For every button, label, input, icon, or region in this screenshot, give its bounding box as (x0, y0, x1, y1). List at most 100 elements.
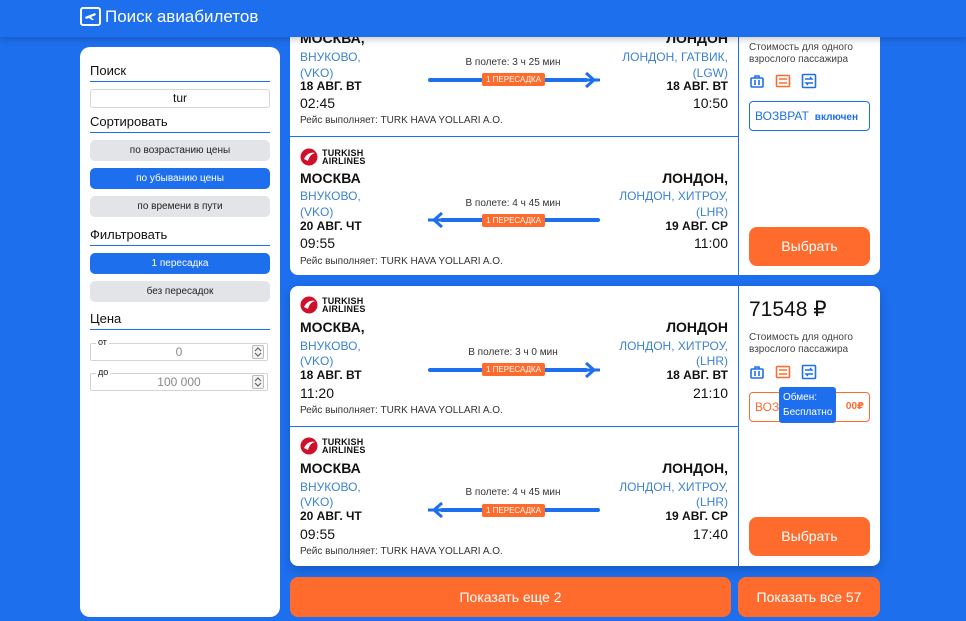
filter-one-stop-button[interactable]: 1 пересадка (90, 253, 270, 274)
to-airport-code[interactable]: (LHR) (696, 353, 728, 369)
to-time: 17:40 (692, 526, 728, 542)
card-divider (738, 10, 739, 275)
flight-duration: В полете: 3 ч 0 мин (468, 347, 558, 358)
refund-label: ВОЗВРАТ (755, 109, 809, 123)
price-heading: Цена (90, 311, 270, 330)
sort-heading: Сортировать (90, 114, 270, 133)
from-time: 11:20 (300, 385, 334, 401)
to-city: ЛОНДОН, (662, 460, 728, 476)
to-date: 18 АВГ. ВТ (666, 79, 728, 93)
exchange-icon[interactable] (801, 73, 817, 89)
show-more-button[interactable]: Показать еще 2 (290, 577, 731, 617)
from-date: 18 АВГ. ВТ (300, 368, 362, 382)
offer-card: МОСКВА, ВНУКОВО, (VKO) 18 АВГ. ВТ 02:45 … (290, 10, 880, 275)
to-city: ЛОНДОН (666, 319, 728, 335)
refund-status: ВОЗВРАТ включен (749, 101, 870, 131)
from-airport-code[interactable]: (VKO) (300, 494, 333, 510)
plane-left-icon (428, 501, 448, 519)
ticket-icon (80, 7, 101, 26)
from-time: 09:55 (300, 526, 336, 542)
stops-badge: 1 ПЕРЕСАДКА (482, 504, 546, 517)
app-title: Поиск авиабилетов (105, 7, 259, 26)
turkish-airlines-icon (300, 296, 318, 314)
show-all-button[interactable]: Показать все 57 (738, 577, 880, 617)
to-airport-code[interactable]: (LHR) (696, 494, 728, 510)
sort-price-asc-button[interactable]: по возрастанию цены (90, 140, 270, 161)
ticket-price: 71548 ₽ (749, 298, 827, 321)
from-time: 02:45 (300, 95, 336, 111)
from-city: МОСКВА (300, 460, 361, 476)
baggage-icon (750, 75, 764, 88)
price-from-stepper[interactable] (252, 345, 264, 359)
airline-name: TURKISH AIRLINES (322, 296, 366, 314)
to-airport[interactable]: ЛОНДОН, ХИТРОУ, (619, 479, 728, 495)
segment-divider (290, 136, 738, 137)
offer-card: TURKISH AIRLINES МОСКВА, ВНУКОВО, (VKO) … (290, 286, 880, 566)
to-airport[interactable]: ЛОНДОН, ХИТРОУ, (619, 338, 728, 354)
filter-sidebar: Поиск tur Сортировать по возрастанию цен… (80, 47, 280, 617)
to-time: 21:10 (692, 385, 728, 401)
exchange-tooltip: Обмен: Бесплатно (779, 387, 837, 423)
airline-logo: TURKISH AIRLINES (300, 148, 366, 166)
price-description: Стоимость для одного взрослого пассажира (749, 42, 853, 65)
from-date: 20 АВГ. ЧТ (300, 509, 362, 523)
from-airport-code[interactable]: (VKO) (300, 353, 333, 369)
select-button[interactable]: Выбрать (749, 227, 870, 266)
stops-badge: 1 ПЕРЕСАДКА (482, 214, 546, 227)
search-input[interactable]: tur (90, 89, 270, 108)
from-date: 18 АВГ. ВТ (300, 79, 362, 93)
from-date: 20 АВГ. ЧТ (300, 219, 362, 233)
sort-duration-button[interactable]: по времени в пути (90, 196, 270, 217)
operator-text: Рейс выполняет: TURK HAVA YOLLARI A.O. (300, 405, 503, 416)
sort-price-desc-button[interactable]: по убыванию цены (90, 168, 270, 189)
exchange-icon[interactable] (801, 364, 817, 380)
price-description: Стоимость для одного взрослого пассажира (749, 332, 853, 355)
price-to-input[interactable]: до 100 000 (90, 364, 268, 391)
airline-name: TURKISH AIRLINES (322, 437, 366, 455)
segment-divider (290, 426, 738, 427)
operator-text: Рейс выполняет: TURK HAVA YOLLARI A.O. (300, 115, 503, 126)
from-airport[interactable]: ВНУКОВО, (300, 338, 361, 354)
from-airport[interactable]: ВНУКОВО, (300, 49, 361, 65)
from-airport-code[interactable]: (VKO) (300, 204, 333, 220)
operator-text: Рейс выполняет: TURK HAVA YOLLARI A.O. (300, 256, 503, 267)
from-airport[interactable]: ВНУКОВО, (300, 188, 361, 204)
filter-nonstop-button[interactable]: без пересадок (90, 281, 270, 302)
search-heading: Поиск (90, 63, 270, 82)
from-city: МОСКВА (300, 170, 361, 186)
to-date: 19 АВГ. СР (665, 509, 728, 523)
refund-label: ВОЗ (755, 400, 780, 414)
select-button[interactable]: Выбрать (749, 517, 870, 556)
to-time: 10:50 (692, 95, 728, 111)
stops-badge: 1 ПЕРЕСАДКА (482, 363, 546, 376)
turkish-airlines-icon (300, 437, 318, 455)
tooltip-title: Обмен: (783, 392, 818, 403)
price-from-placeholder: 0 (175, 345, 183, 359)
from-city: МОСКВА, (300, 319, 365, 335)
stops-badge: 1 ПЕРЕСАДКА (482, 73, 546, 86)
to-time: 11:00 (694, 235, 728, 251)
price-to-placeholder: 100 000 (157, 375, 201, 389)
to-airport-code[interactable]: (LHR) (696, 204, 728, 220)
tooltip-value: Бесплатно (783, 407, 833, 418)
filter-heading: Фильтровать (90, 227, 270, 246)
to-airport[interactable]: ЛОНДОН, ХИТРОУ, (619, 188, 728, 204)
return-icon (775, 74, 791, 88)
refund-value: 00₽ (845, 401, 864, 412)
app-header: Поиск авиабилетов (0, 0, 966, 37)
airline-logo: TURKISH AIRLINES (300, 296, 366, 314)
from-time: 09:55 (300, 235, 336, 251)
turkish-airlines-icon (300, 148, 318, 166)
flight-duration: В полете: 4 ч 45 мин (465, 487, 561, 498)
to-city: ЛОНДОН, (662, 170, 728, 186)
return-icon (775, 365, 791, 379)
price-from-input[interactable]: от 0 (90, 334, 268, 361)
airline-logo: TURKISH AIRLINES (300, 437, 366, 455)
price-to-stepper[interactable] (252, 375, 264, 389)
card-divider (738, 286, 739, 566)
to-date: 18 АВГ. ВТ (666, 368, 728, 382)
plane-left-icon (428, 211, 448, 229)
plane-right-icon (580, 361, 600, 379)
to-airport[interactable]: ЛОНДОН, ГАТВИК, (622, 49, 728, 65)
from-airport[interactable]: ВНУКОВО, (300, 479, 361, 495)
